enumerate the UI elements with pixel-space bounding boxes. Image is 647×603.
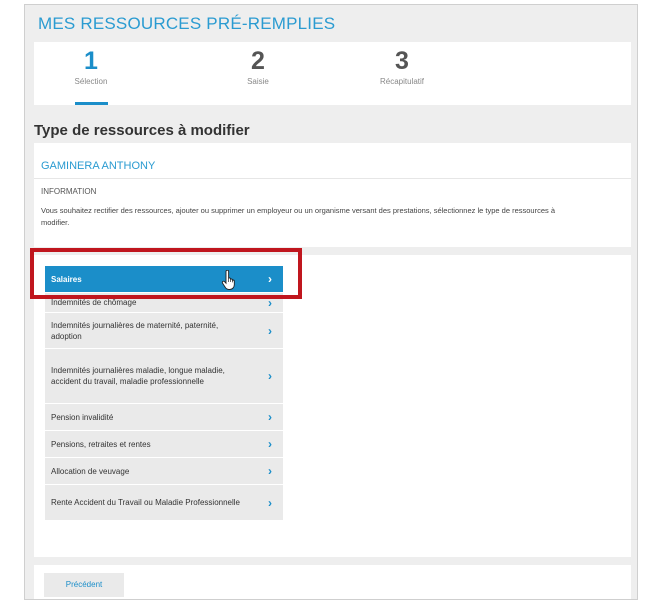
- info-heading: INFORMATION: [41, 187, 97, 196]
- page-frame: MES RESSOURCES PRÉ-REMPLIES 1 Sélection …: [24, 4, 638, 600]
- resource-item-maladie[interactable]: Indemnités journalières maladie, longue …: [45, 349, 283, 404]
- resource-item-label: Indemnités journalières maladie, longue …: [51, 366, 225, 386]
- resource-item-pensions[interactable]: Pensions, retraites et rentes ›: [45, 431, 283, 458]
- chevron-right-icon: ›: [268, 437, 272, 451]
- resource-item-label: Rente Accident du Travail ou Maladie Pro…: [51, 498, 240, 507]
- step-label: Saisie: [247, 77, 269, 86]
- info-text: Vous souhaitez rectifier des ressources,…: [41, 206, 556, 227]
- resource-item-chomage[interactable]: Indemnités de chômage ›: [45, 293, 283, 313]
- section-title: Type de ressources à modifier: [34, 122, 250, 139]
- step-number: 3: [395, 47, 409, 75]
- resource-item-veuvage[interactable]: Allocation de veuvage ›: [45, 458, 283, 485]
- previous-button[interactable]: Précédent: [44, 573, 124, 597]
- step-selection: 1 Sélection: [51, 46, 131, 105]
- divider: [34, 178, 631, 179]
- resource-item-label: Indemnités journalières de maternité, pa…: [51, 320, 219, 341]
- resource-type-card: Salaires › Indemnités de chômage › Indem…: [34, 255, 631, 557]
- stepper: 1 Sélection 2 Saisie 3 Récapitulatif: [34, 42, 631, 105]
- step-label: Sélection: [74, 77, 108, 86]
- chevron-right-icon: ›: [268, 295, 272, 310]
- resource-item-label: Pension invalidité: [51, 412, 114, 422]
- active-step-indicator: [75, 102, 108, 105]
- step-number: 2: [251, 47, 265, 75]
- step-recapitulatif: 3 Récapitulatif: [362, 46, 442, 86]
- step-number: 1: [84, 47, 98, 75]
- footer-card: Précédent: [34, 565, 631, 599]
- step-saisie: 2 Saisie: [218, 46, 298, 86]
- hand-pointer-icon: [221, 270, 235, 290]
- resource-item-rente-accident[interactable]: Rente Accident du Travail ou Maladie Pro…: [45, 485, 283, 521]
- resource-item-maternite[interactable]: Indemnités journalières de maternité, pa…: [45, 313, 283, 349]
- resource-type-list: Salaires › Indemnités de chômage › Indem…: [45, 266, 283, 521]
- chevron-right-icon: ›: [268, 495, 272, 510]
- chevron-right-icon: ›: [268, 323, 272, 338]
- resource-item-label: Allocation de veuvage: [51, 466, 130, 476]
- resource-item-salaires[interactable]: Salaires ›: [45, 266, 283, 293]
- resource-item-label: Salaires: [51, 274, 82, 284]
- page-title: MES RESSOURCES PRÉ-REMPLIES: [38, 14, 336, 33]
- resource-item-invalidite[interactable]: Pension invalidité ›: [45, 404, 283, 431]
- chevron-right-icon: ›: [268, 464, 272, 478]
- info-card: GAMINERA ANTHONY INFORMATION Vous souhai…: [34, 143, 631, 247]
- resource-item-label: Pensions, retraites et rentes: [51, 439, 151, 449]
- person-name: GAMINERA ANTHONY: [41, 160, 156, 172]
- step-label: Récapitulatif: [379, 77, 425, 86]
- resource-item-label: Indemnités de chômage: [51, 298, 137, 307]
- chevron-right-icon: ›: [268, 410, 272, 424]
- chevron-right-icon: ›: [268, 369, 272, 383]
- chevron-right-icon: ›: [268, 272, 272, 286]
